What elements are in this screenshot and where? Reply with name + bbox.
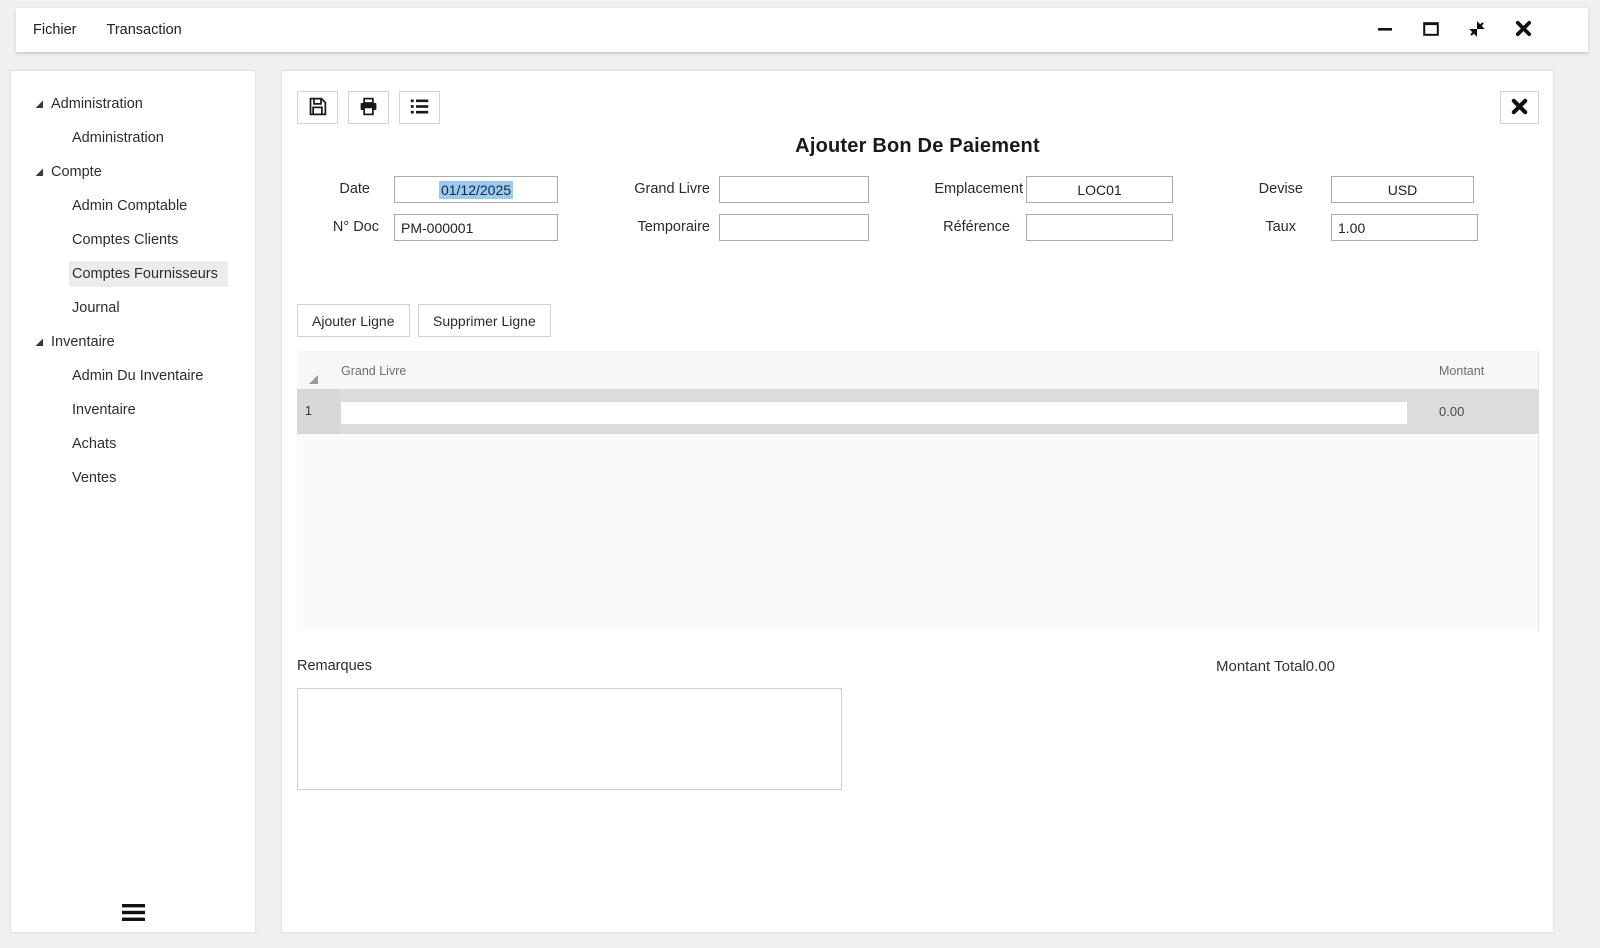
reference-label: Référence (876, 214, 1010, 241)
page-title: Ajouter Bon De Paiement (282, 135, 1553, 158)
group-label: Inventaire (51, 334, 115, 350)
close-window-button[interactable] (1508, 15, 1538, 45)
remove-line-button[interactable]: Supprimer Ligne (418, 304, 551, 337)
print-icon (358, 96, 379, 120)
item-label: Administration (69, 125, 174, 151)
date-label: Date (282, 176, 370, 203)
item-label: Admin Du Inventaire (69, 363, 213, 389)
item-label: Comptes Fournisseurs (69, 261, 228, 287)
restore-icon (1467, 19, 1487, 42)
emplacement-label: Emplacement (876, 176, 1023, 203)
devise-label: Devise (1176, 176, 1303, 203)
devise-input[interactable] (1331, 176, 1474, 203)
row-grand-livre-input[interactable] (341, 402, 1407, 424)
remarks-textarea[interactable] (297, 688, 842, 790)
menu-fichier[interactable]: Fichier (18, 8, 92, 53)
table-row: 1 0.00 (297, 389, 1538, 434)
expander-icon[interactable] (35, 338, 44, 347)
sidebar-item-administration[interactable]: Administration (11, 121, 255, 155)
column-header-montant[interactable]: Montant (1439, 351, 1484, 389)
grid-header: Grand Livre Montant (297, 351, 1538, 389)
sidebar-menu-button[interactable] (116, 902, 150, 928)
item-label: Admin Comptable (69, 193, 197, 219)
montant-total-value: 0.00 (1306, 658, 1335, 675)
column-header-grand-livre[interactable]: Grand Livre (341, 351, 406, 389)
menu-transaction[interactable]: Transaction (92, 8, 197, 53)
close-form-button[interactable] (1500, 91, 1539, 124)
temporaire-label: Temporaire (576, 214, 710, 241)
item-label: Ventes (69, 465, 126, 491)
montant-total: Montant Total0.00 (1216, 658, 1335, 675)
sidebar-item-ventes[interactable]: Ventes (11, 461, 255, 495)
list-icon (409, 96, 430, 120)
menu-items: Fichier Transaction (16, 8, 197, 52)
montant-total-label: Montant Total (1216, 658, 1306, 675)
menu-bar: Fichier Transaction (16, 8, 1588, 53)
sidebar-item-comptes-fournisseurs[interactable]: Comptes Fournisseurs (11, 257, 255, 291)
item-label: Achats (69, 431, 126, 457)
print-button[interactable] (348, 91, 389, 124)
list-button[interactable] (399, 91, 440, 124)
restore-button[interactable] (1462, 15, 1492, 45)
lines-grid: Grand Livre Montant 1 0.00 (297, 351, 1539, 631)
sidebar-item-inventaire[interactable]: Inventaire (11, 393, 255, 427)
save-icon (307, 96, 328, 120)
grand-livre-input[interactable] (719, 176, 869, 203)
sidebar-item-admin-du-inventaire[interactable]: Admin Du Inventaire (11, 359, 255, 393)
remarks-label: Remarques (297, 658, 372, 674)
maximize-icon (1421, 19, 1441, 42)
taux-input[interactable] (1331, 214, 1478, 241)
temporaire-input[interactable] (719, 214, 869, 241)
maximize-button[interactable] (1416, 15, 1446, 45)
select-all-corner[interactable] (307, 373, 320, 386)
row-number[interactable]: 1 (297, 389, 341, 434)
sidebar-group-administration[interactable]: Administration (11, 87, 255, 121)
date-input[interactable]: 01/12/2025 (394, 176, 558, 203)
sidebar-nav: Administration Administration Compte Adm… (10, 70, 256, 933)
window-controls (1370, 15, 1588, 45)
expander-icon[interactable] (35, 100, 44, 109)
close-icon (1510, 97, 1529, 119)
sidebar-item-journal[interactable]: Journal (11, 291, 255, 325)
emplacement-input[interactable] (1026, 176, 1173, 203)
item-label: Journal (69, 295, 130, 321)
nav-tree: Administration Administration Compte Adm… (11, 71, 255, 495)
taux-label: Taux (1176, 214, 1296, 241)
grand-livre-label: Grand Livre (576, 176, 710, 203)
sidebar-item-admin-comptable[interactable]: Admin Comptable (11, 189, 255, 223)
date-selected-text: 01/12/2025 (439, 181, 513, 199)
close-icon (1514, 19, 1533, 41)
minimize-icon (1375, 19, 1395, 42)
sidebar-group-compte[interactable]: Compte (11, 155, 255, 189)
expander-icon[interactable] (35, 168, 44, 177)
sidebar-item-achats[interactable]: Achats (11, 427, 255, 461)
group-label: Compte (51, 164, 102, 180)
save-button[interactable] (297, 91, 338, 124)
minimize-button[interactable] (1370, 15, 1400, 45)
reference-input[interactable] (1026, 214, 1173, 241)
item-label: Inventaire (69, 397, 146, 423)
payment-voucher-panel: Ajouter Bon De Paiement Date 01/12/2025 … (281, 70, 1554, 933)
hamburger-icon (122, 904, 145, 926)
doc-no-input[interactable] (394, 214, 558, 241)
doc-no-label: N° Doc (282, 214, 379, 241)
item-label: Comptes Clients (69, 227, 188, 253)
group-label: Administration (51, 96, 143, 112)
add-line-button[interactable]: Ajouter Ligne (297, 304, 410, 337)
sidebar-group-inventaire[interactable]: Inventaire (11, 325, 255, 359)
app-window: Fichier Transaction (0, 0, 1600, 948)
sidebar-item-comptes-clients[interactable]: Comptes Clients (11, 223, 255, 257)
row-montant-value[interactable]: 0.00 (1439, 389, 1464, 434)
